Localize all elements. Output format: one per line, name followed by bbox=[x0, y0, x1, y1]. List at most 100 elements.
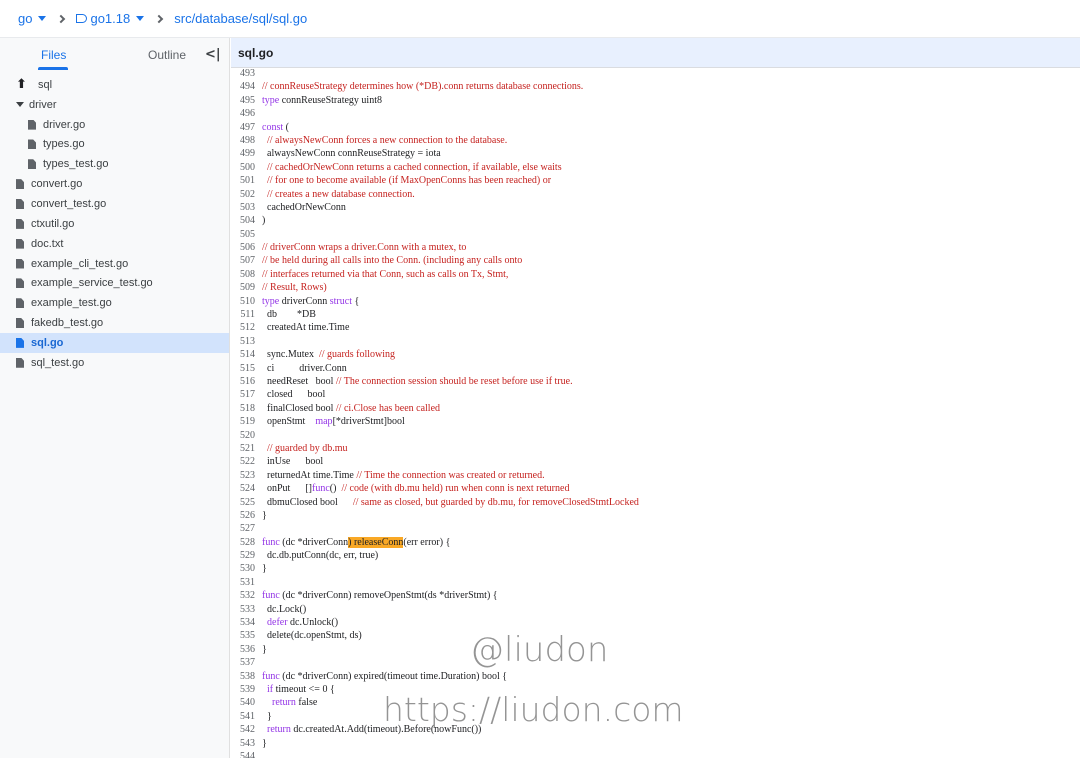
sidebar-item-example-service-test-go[interactable]: example_service_test.go bbox=[0, 273, 229, 293]
line-number: 518 bbox=[240, 402, 255, 414]
code-token: // code (with db.mu held) run when conn … bbox=[341, 483, 570, 495]
code-line: 539 if timeout <= 0 { bbox=[231, 683, 639, 696]
line-text: inUse bool bbox=[262, 455, 323, 468]
code-line: 527 bbox=[231, 522, 639, 535]
code-token: type bbox=[262, 94, 280, 106]
sidebar-item-sql-test-go[interactable]: sql_test.go bbox=[0, 353, 229, 373]
tab-outline[interactable]: Outline bbox=[148, 48, 186, 62]
tab-files[interactable]: Files bbox=[41, 48, 66, 62]
code-token: { bbox=[351, 295, 360, 307]
sidebar-item-doc-txt[interactable]: doc.txt bbox=[0, 234, 229, 254]
sidebar-item-driver-go[interactable]: driver.go bbox=[0, 115, 229, 135]
line-number: 502 bbox=[240, 188, 255, 200]
line-number: 540 bbox=[240, 697, 255, 709]
sidebar-item-example-test-go[interactable]: example_test.go bbox=[0, 293, 229, 313]
line-number: 500 bbox=[240, 161, 255, 173]
breadcrumb-repo[interactable]: go bbox=[18, 11, 32, 26]
line-number: 527 bbox=[240, 523, 255, 535]
code-line: 509 // Result, Rows) bbox=[231, 281, 639, 294]
code-token: // The connection session should be rese… bbox=[335, 375, 573, 387]
code-line: 542 return dc.createdAt.Add(timeout).Bef… bbox=[231, 723, 639, 736]
breadcrumb-branch[interactable]: go1.18 bbox=[76, 11, 130, 26]
sidebar-item-convert-test-go[interactable]: convert_test.go bbox=[0, 194, 229, 214]
code-line: 506 // driverConn wraps a driver.Conn wit… bbox=[231, 241, 639, 254]
line-text: returnedAt time.Time // Time the connect… bbox=[262, 469, 545, 482]
editor-filename: sql.go bbox=[231, 38, 1080, 68]
code-line: 519 openStmt map[*driverStmt]bool bbox=[231, 415, 639, 428]
sidebar-item-sql-go[interactable]: sql.go bbox=[0, 332, 229, 353]
code-token: db *DB bbox=[262, 309, 316, 321]
line-text: // Result, Rows) bbox=[262, 281, 327, 294]
line-text: ) bbox=[262, 214, 265, 227]
code-token: } bbox=[262, 643, 267, 655]
line-text: type connReuseStrategy uint8 bbox=[262, 94, 382, 107]
code-line: 520 bbox=[231, 429, 639, 442]
line-number: 515 bbox=[240, 362, 255, 374]
line-number: 542 bbox=[240, 724, 255, 736]
sidebar-item-driver[interactable]: driver bbox=[0, 95, 229, 115]
sidebar-item-types-go[interactable]: types.go bbox=[0, 135, 229, 155]
code-token: } bbox=[262, 563, 267, 575]
code-line: 496 bbox=[231, 107, 639, 120]
code-token: const bbox=[262, 121, 284, 133]
code-token: // ci.Close has been called bbox=[335, 402, 441, 414]
line-number: 538 bbox=[240, 670, 255, 682]
parent-folder-icon: ⬆ bbox=[16, 77, 27, 93]
line-text: dc.Lock() bbox=[262, 603, 306, 616]
line-number: 516 bbox=[240, 375, 255, 387]
branch-dropdown-icon[interactable] bbox=[136, 16, 145, 21]
code-line: 521 // guarded by db.mu bbox=[231, 442, 639, 455]
line-number: 497 bbox=[240, 121, 255, 133]
sidebar-item-fakedb-test-go[interactable]: fakedb_test.go bbox=[0, 313, 229, 333]
code-token: needReset bool bbox=[262, 375, 336, 387]
line-text: // be held during all calls into the Con… bbox=[262, 254, 522, 267]
line-number: 495 bbox=[240, 94, 255, 106]
sidebar-item-label: convert_test.go bbox=[31, 197, 107, 210]
breadcrumb: go go1.18 src/database/sql/sql.go bbox=[0, 0, 1080, 38]
repo-dropdown-icon[interactable] bbox=[38, 16, 47, 21]
line-text: type driverConn struct { bbox=[262, 295, 359, 308]
code-line: 499 alwaysNewConn connReuseStrategy = io… bbox=[231, 147, 639, 160]
collapse-sidebar-icon[interactable]: <| bbox=[205, 47, 221, 62]
line-number: 504 bbox=[240, 215, 255, 227]
code-line: 538 func (dc *driverConn) expired(timeout… bbox=[231, 670, 639, 683]
code-token: func bbox=[262, 536, 280, 548]
sidebar-item-convert-go[interactable]: convert.go bbox=[0, 174, 229, 194]
code-token: func bbox=[312, 483, 330, 495]
code-token: () bbox=[329, 483, 342, 495]
code-line: 510 type driverConn struct { bbox=[231, 295, 639, 308]
code-token: // interfaces returned via that Conn, su… bbox=[262, 268, 509, 280]
sidebar-item-ctxutil-go[interactable]: ctxutil.go bbox=[0, 214, 229, 234]
code-line: 533 dc.Lock() bbox=[231, 603, 639, 616]
code-line: 503 cachedOrNewConn bbox=[231, 201, 639, 214]
code-token: } bbox=[262, 509, 267, 521]
line-number: 499 bbox=[240, 148, 255, 160]
line-number: 531 bbox=[240, 576, 255, 588]
code-token: // creates a new database connection. bbox=[267, 188, 415, 200]
code-line: 535 delete(dc.openStmt, ds) bbox=[231, 629, 639, 642]
code-token: dc.Unlock() bbox=[287, 617, 339, 629]
sidebar-item-label: driver.go bbox=[43, 118, 86, 131]
code-line: 498 // alwaysNewConn forces a new connec… bbox=[231, 134, 639, 147]
sidebar-item-label: ctxutil.go bbox=[31, 217, 75, 230]
line-number: 534 bbox=[240, 617, 255, 629]
code-line: 525 dbmuClosed bool // same as closed, b… bbox=[231, 496, 639, 509]
code-token: closed bool bbox=[262, 389, 326, 401]
code-line: 512 createdAt time.Time bbox=[231, 321, 639, 334]
line-text: openStmt map[*driverStmt]bool bbox=[262, 415, 405, 428]
code-line: 504) bbox=[231, 214, 639, 227]
line-text: // connReuseStrategy determines how (*DB… bbox=[262, 80, 583, 93]
sidebar-item-label: convert.go bbox=[31, 178, 83, 191]
line-text: ci driver.Conn bbox=[262, 362, 347, 375]
line-number: 494 bbox=[240, 81, 255, 93]
line-text: // creates a new database connection. bbox=[262, 188, 415, 201]
sidebar-item-types-test-go[interactable]: types_test.go bbox=[0, 154, 229, 174]
code-view[interactable]: 493 494 // connReuseStrategy determines ho… bbox=[231, 67, 639, 758]
sidebar-item-sql[interactable]: ⬆ sql bbox=[0, 75, 229, 95]
line-number: 513 bbox=[240, 335, 255, 347]
code-line: 529 dc.db.putConn(dc, err, true) bbox=[231, 549, 639, 562]
search-highlight: ) releaseConn bbox=[348, 536, 404, 548]
breadcrumb-path[interactable]: src/database/sql/sql.go bbox=[174, 11, 307, 26]
sidebar-item-example-cli-test-go[interactable]: example_cli_test.go bbox=[0, 254, 229, 274]
